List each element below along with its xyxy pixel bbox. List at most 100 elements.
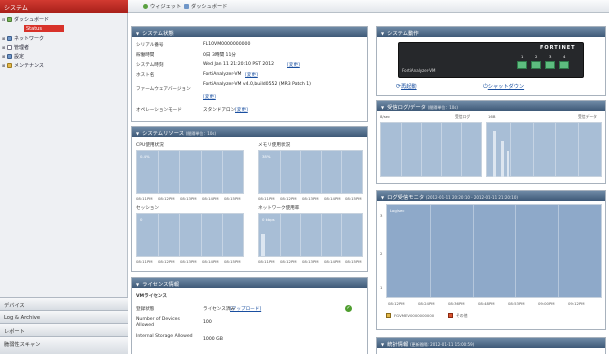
network-spike-bar	[261, 234, 265, 256]
tree-item-admin[interactable]: ⊞ 管理者	[2, 44, 126, 52]
collapse-icon[interactable]: ⊟	[2, 17, 5, 22]
log-receive-monitor-chart: Log/sec	[386, 204, 602, 298]
opmode-change-link[interactable]: [変更]	[235, 107, 248, 113]
sess-tick-2: 08:13PM	[180, 259, 197, 264]
mem-tick-3: 08:14PM	[324, 196, 341, 201]
chart-gridline	[179, 214, 180, 256]
serial-label: シリアル番号	[136, 43, 164, 48]
dashboard-icon	[6, 17, 12, 22]
collapse-triangle-icon[interactable]: ▼	[136, 131, 139, 136]
log-rate-legend-logs: 受信ログ	[455, 114, 471, 119]
restart-button[interactable]: ⟳再起動	[396, 83, 417, 90]
dashboard-icon	[184, 4, 189, 9]
sessions-label: セッション	[136, 206, 159, 211]
collapse-triangle-icon[interactable]: ▼	[381, 342, 384, 347]
log-rate-legend-16b: 16B	[488, 114, 496, 119]
data-spike-bar	[507, 151, 509, 177]
check-icon: ✓	[345, 305, 352, 312]
chart-gridline	[578, 123, 579, 176]
chart-gridline	[430, 205, 431, 297]
network-usage-value: 0 kbps	[262, 217, 275, 222]
tree-item-config[interactable]: ⊞ 設定	[2, 53, 126, 61]
expand-icon[interactable]: ⊞	[2, 36, 5, 41]
chart-gridline	[461, 123, 462, 176]
cpu-tick-0: 08:11PM	[136, 196, 153, 201]
chart-gridline	[300, 214, 301, 256]
storage-allowed-value: 1000 GB	[203, 337, 223, 342]
accordion-report[interactable]: レポート	[0, 323, 128, 336]
accordion-device[interactable]: デバイス	[0, 297, 128, 310]
network-usage-chart: 0 kbps	[258, 213, 363, 257]
chart-gridline	[341, 151, 342, 193]
log-mon-inner-label: Log/sec	[390, 208, 405, 213]
collapse-triangle-icon[interactable]: ▼	[381, 105, 384, 110]
hostname-label: ホスト名	[136, 73, 155, 78]
collapse-triangle-icon[interactable]: ▼	[381, 195, 384, 200]
system-resources-header[interactable]: ▼ システムリソース (間隔単位：10s)	[132, 127, 367, 137]
upload-link[interactable]: [アップロード]	[230, 306, 261, 312]
log-mon-xtick-4: 08:53PM	[508, 301, 525, 306]
chart-gridline	[473, 205, 474, 297]
expand-icon[interactable]: ⊞	[2, 63, 5, 68]
network-usage-label: ネットワーク使用率	[258, 206, 300, 211]
sess-tick-4: 08:15PM	[224, 259, 241, 264]
log-receive-monitor-header[interactable]: ▼ ログ受信モニタ (2012-01-11 20:20:10 - 2012-01-…	[377, 191, 605, 201]
log-rate-legend-data: 受信データ	[578, 114, 597, 119]
memory-label: メモリ使用状況	[258, 143, 291, 148]
system-info-header[interactable]: ▼ システム状態	[132, 27, 367, 37]
sidebar-title: システム	[0, 0, 128, 13]
chart-gridline	[515, 205, 516, 297]
chart-gridline	[158, 214, 159, 256]
log-data-rate-header[interactable]: ▼ 受信ログ/データ (間隔単位：10s)	[377, 101, 605, 111]
system-operation-header[interactable]: ▼ システム動作	[377, 27, 605, 37]
chart-gridline	[158, 151, 159, 193]
fortinet-logo: FORTINET	[540, 45, 576, 51]
chart-gridline	[421, 123, 422, 176]
collapse-triangle-icon[interactable]: ▼	[381, 31, 384, 36]
tree-item-network[interactable]: ⊞ ネットワーク	[2, 35, 126, 43]
log-mon-xtick-2: 08:36PM	[448, 301, 465, 306]
chart-gridline	[321, 214, 322, 256]
port-4[interactable]	[559, 61, 569, 69]
tree-item-maintenance[interactable]: ⊞ メンテナンス	[2, 62, 126, 70]
firmware-change-link[interactable]: [変更]	[203, 94, 216, 100]
chart-gridline	[558, 205, 559, 297]
chart-gridline	[201, 151, 202, 193]
system-time-change-link[interactable]: [変更]	[287, 62, 300, 68]
expand-icon[interactable]: ⊞	[2, 45, 5, 50]
dashboard-button[interactable]: ダッシュボード	[184, 3, 227, 10]
legend-other: その他	[456, 313, 468, 318]
legend-fgvm: FGVMEV0000000000	[394, 313, 435, 318]
log-mon-xtick-1: 08:24PM	[418, 301, 435, 306]
accordion-vuln-scan[interactable]: 脆弱性スキャン	[0, 336, 128, 354]
add-widget-button[interactable]: ウィジェット	[143, 3, 181, 10]
port-2[interactable]	[531, 61, 541, 69]
expand-icon[interactable]: ⊞	[2, 54, 5, 59]
chart-gridline	[555, 123, 556, 176]
port-3[interactable]	[545, 61, 555, 69]
log-mon-ytick-3: 3	[380, 213, 383, 218]
hostname-change-link[interactable]: [変更]	[245, 72, 258, 78]
license-header[interactable]: ▼ ライセンス情報	[132, 278, 367, 288]
shutdown-button[interactable]: ⏻シャットダウン	[483, 83, 524, 91]
tree-item-dashboard[interactable]: ⊟ ダッシュボード	[2, 16, 126, 24]
vm-license-heading: VMライセンス	[136, 294, 168, 299]
statistics-header[interactable]: ▼ 統計情報 (更新間隔: 2012-01-11 15:00:59)	[377, 338, 605, 348]
uptime-label: 稼働時間	[136, 53, 155, 58]
accordion-log-archive[interactable]: Log & Archive	[0, 310, 128, 323]
chart-gridline	[280, 214, 281, 256]
system-time-label: システム時刻	[136, 63, 164, 68]
chart-gridline	[222, 151, 223, 193]
memory-value: 38%	[262, 154, 271, 159]
mem-tick-0: 08:11PM	[258, 196, 275, 201]
tree-item-status[interactable]: Status	[24, 25, 64, 32]
port-1[interactable]	[517, 61, 527, 69]
hostname-value: FortiAnalyzer-VM	[203, 72, 242, 77]
chart-gridline	[201, 214, 202, 256]
maintenance-icon	[6, 63, 12, 68]
collapse-triangle-icon[interactable]: ▼	[136, 282, 139, 287]
uptime-value: 0日 3時間 11分	[203, 53, 236, 58]
collapse-triangle-icon[interactable]: ▼	[136, 31, 139, 36]
mem-tick-2: 08:13PM	[302, 196, 319, 201]
statistics-panel: ▼ 統計情報 (更新間隔: 2012-01-11 15:00:59)	[376, 337, 606, 354]
